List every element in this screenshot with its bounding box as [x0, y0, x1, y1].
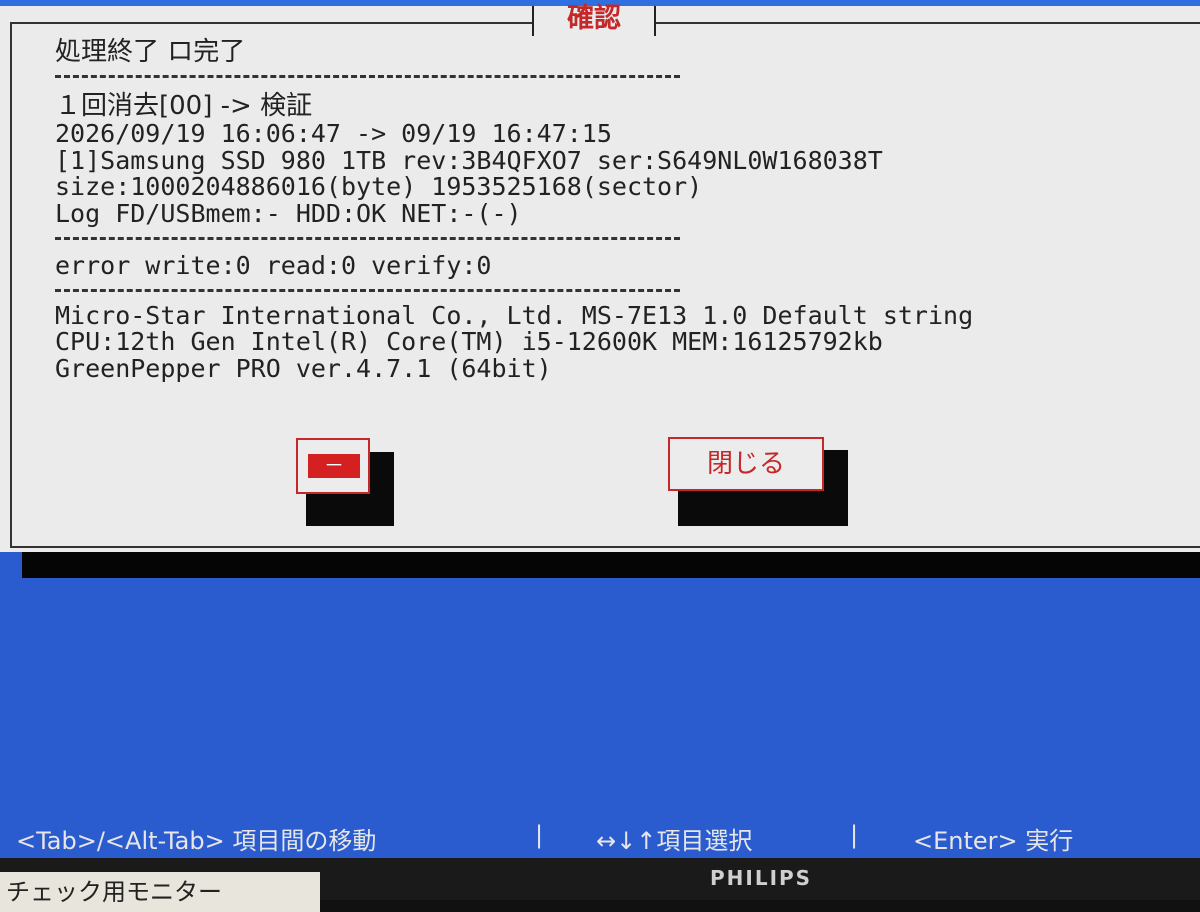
cpu-mem-info: CPU:12th Gen Intel(R) Core(TM) i5-12600K… — [55, 327, 883, 356]
enter-execute-hint: <Enter> 実行 — [913, 827, 1074, 855]
close-button[interactable]: 閉じる — [668, 437, 824, 491]
screen: 確認 処理終了 ロ完了 １回消去[00] -> 検証 2026/09/19 16… — [0, 0, 1200, 858]
software-version: GreenPepper PRO ver.4.7.1 (64bit) — [55, 354, 552, 383]
log-info: Log FD/USBmem:- HDD:OK NET:-(-) — [55, 199, 522, 228]
status-bar: <Tab>/<Alt-Tab> 項目間の移動 | ↔↓↑項目選択 | <Ente… — [0, 815, 1200, 855]
size-info: size:1000204886016(byte) 1953525168(sect… — [55, 172, 703, 201]
confirm-dialog: 確認 処理終了 ロ完了 １回消去[00] -> 検証 2026/09/19 16… — [0, 5, 1200, 552]
monitor-brand-logo: PHILIPS — [710, 866, 813, 890]
dialog-title: 確認 — [532, 5, 656, 36]
separator-3 — [55, 289, 680, 292]
separator-1 — [55, 75, 680, 78]
tab-navigation-hint: <Tab>/<Alt-Tab> 項目間の移動 — [16, 827, 377, 855]
pass-info: １回消去[00] -> 検証 — [55, 91, 313, 121]
error-counts: error write:0 read:0 verify:0 — [55, 251, 492, 280]
process-status-heading: 処理終了 ロ完了 — [55, 37, 246, 67]
time-range: 2026/09/19 16:06:47 -> 09/19 16:47:15 — [55, 119, 612, 148]
monitor-sticker: チェック用モニター — [0, 872, 320, 912]
status-separator-1: | — [535, 821, 544, 849]
separator-2 — [55, 237, 680, 240]
board-info: Micro-Star International Co., Ltd. MS-7E… — [55, 301, 974, 330]
arrow-select-hint: ↔↓↑項目選択 — [596, 827, 753, 855]
drive-info: [1]Samsung SSD 980 1TB rev:3B4QFXO7 ser:… — [55, 146, 883, 175]
dash-button[interactable]: － — [296, 438, 370, 494]
dash-button-label: － — [308, 454, 360, 478]
status-separator-2: | — [850, 821, 859, 849]
